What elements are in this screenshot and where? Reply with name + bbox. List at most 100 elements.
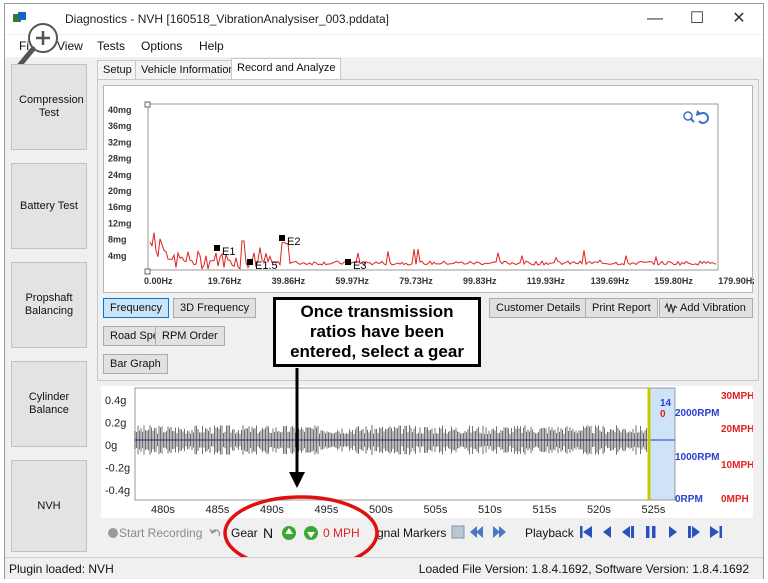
time-x-tick: 520s [587,504,611,516]
tab-vehicle-information[interactable]: Vehicle Information [135,60,241,79]
menu-options[interactable]: Options [141,39,182,53]
spectrum-marker-label: E1.5 [255,260,278,272]
gear-value: N [263,525,274,541]
spectrum-x-tick: 119.93Hz [527,276,566,286]
cylinder-balance-button[interactable]: Cylinder Balance [11,361,87,447]
undo-icon[interactable] [209,527,221,539]
zoom-tools-icon [683,110,709,124]
3d-frequency-button[interactable]: 3D Frequency [173,298,257,318]
add-vibration-icon [664,302,678,314]
tab-record-and-analyze[interactable]: Record and Analyze [231,58,342,80]
nvh-button[interactable]: NVH [11,460,87,552]
spectrum-x-tick: 19.76Hz [208,276,242,286]
spectrum-y-tick: 24mg [108,170,132,180]
customer-details-button[interactable]: Customer Details [489,298,588,318]
tab-setup[interactable]: Setup [97,60,138,79]
add-vibration-button[interactable]: Add Vibration [659,298,753,318]
spectrum-marker[interactable] [279,235,285,241]
bar-graph-button[interactable]: Bar Graph [103,354,168,374]
time-x-tick: 500s [369,504,393,516]
compression-test-button[interactable]: Compression Test [11,64,87,150]
battery-test-button[interactable]: Battery Test [11,163,87,249]
rpm-axis-label: 0RPM [675,494,703,505]
time-y-tick: 0g [105,440,117,452]
spectrum-x-tick: 159.80Hz [654,276,693,286]
spectrum-marker[interactable] [214,245,220,251]
spectrum-marker-label: E2 [287,236,300,248]
battery-test-label: Battery Test [20,199,78,212]
spectrum-marker-label: E1 [222,246,235,258]
frequency-button[interactable]: Frequency [103,298,169,318]
annotation-callout: Once transmission ratios have been enter… [273,297,481,367]
playback-label: Playback [525,526,574,540]
propshaft-balancing-button[interactable]: Propshaft Balancing [11,262,87,348]
spectrum-x-tick: 139.69Hz [591,276,630,286]
time-x-tick: 485s [206,504,230,516]
propshaft-balancing-label: Propshaft Balancing [24,292,74,317]
play-icon[interactable] [667,525,679,539]
spectrum-y-tick: 28mg [108,154,132,164]
marker-settings-icon[interactable] [451,525,465,539]
status-version: Loaded File Version: 1.8.4.1692, Softwar… [418,562,749,576]
rpm-order-button[interactable]: RPM Order [155,326,225,346]
compression-test-label: Compression Test [19,94,84,119]
spectrum-y-tick: 8mg [108,235,127,245]
play-backward-icon[interactable] [621,525,635,539]
mph-axis-label: 30MPH [721,391,753,402]
cursor-value-label: 14 [660,398,672,409]
mph-axis-label: 20MPH [721,424,753,435]
cylinder-balance-label: Cylinder Balance [28,391,70,416]
speed-readout: 0 MPH [323,526,360,540]
step-back-icon[interactable] [601,525,613,539]
spectrum-x-tick: 0.00Hz [144,276,173,286]
spectrum-y-tick: 36mg [108,121,132,131]
status-plugin: Plugin loaded: NVH [9,562,114,576]
next-marker-icon[interactable] [491,525,507,539]
time-x-tick: 490s [260,504,284,516]
title-bar: Diagnostics - NVH [160518_VibrationAnaly… [5,4,763,34]
step-forward-icon[interactable] [687,525,701,539]
callout-line-3: entered, select a gear [290,342,464,361]
time-x-tick: 510s [478,504,502,516]
start-recording-button[interactable]: Start Recording [119,526,202,540]
callout-line-2: ratios have been [309,322,445,341]
spectrum-marker-label: E3 [353,260,366,272]
menu-help[interactable]: Help [199,39,224,53]
record-icon [108,528,118,538]
spectrum-y-tick: 16mg [108,202,132,212]
gear-up-icon[interactable] [281,525,297,541]
spectrum-x-tick: 179.90Hz [718,276,754,286]
spectrum-y-tick: 20mg [108,186,132,196]
previous-marker-icon[interactable] [469,525,485,539]
time-y-tick: -0.2g [105,463,130,475]
mph-axis-label: 10MPH [721,460,753,471]
spectrum-marker[interactable] [247,259,253,265]
time-y-tick: 0.2g [105,418,126,430]
skip-to-start-icon[interactable] [579,525,593,539]
callout-line-1: Once transmission [300,302,454,321]
menu-bar: Fi View Tests Options Help [5,35,763,57]
spectrum-y-tick: 40mg [108,105,132,115]
close-button[interactable]: ✕ [719,8,759,30]
minimize-button[interactable]: — [635,8,675,30]
pause-icon[interactable] [645,525,657,539]
mph-axis-label: 0MPH [721,494,749,505]
app-window: Diagnostics - NVH [160518_VibrationAnaly… [4,3,764,579]
menu-tests[interactable]: Tests [97,39,125,53]
spectrum-y-tick: 4mg [108,251,127,261]
cursor-value-label-2: 0 [660,409,666,420]
spectrum-x-tick: 79.73Hz [399,276,433,286]
time-domain-chart[interactable]: 0.4g 0.2g 0g -0.2g -0.4g 480s 485s 490s 495s 500… [101,386,753,518]
spectrum-x-tick: 99.83Hz [463,276,497,286]
gear-down-icon[interactable] [303,525,319,541]
print-report-button[interactable]: Print Report [585,298,658,318]
spectrum-svg: 40mg 36mg 32mg 28mg 24mg 20mg 16mg 12mg 8mg 4mg 0… [108,101,754,286]
time-x-tick: 515s [533,504,557,516]
spectrum-marker[interactable] [345,259,351,265]
time-y-tick: 0.4g [105,395,126,407]
frequency-spectrum-chart[interactable]: 40mg 36mg 32mg 28mg 24mg 20mg 16mg 12mg 8mg 4mg 0… [103,85,754,293]
gear-label: Gear [231,526,258,540]
rpm-axis-label: 1000RPM [675,452,719,463]
skip-to-end-icon[interactable] [709,525,723,539]
maximize-button[interactable]: ☐ [677,8,717,30]
